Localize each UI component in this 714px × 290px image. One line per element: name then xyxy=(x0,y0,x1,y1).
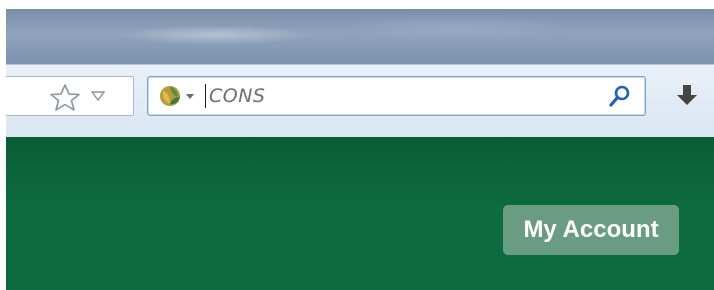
text-caret xyxy=(205,84,206,108)
address-bar[interactable] xyxy=(6,76,134,116)
browser-window: CONS My Account xyxy=(6,9,714,290)
engine-dropdown-icon[interactable] xyxy=(185,92,195,100)
search-engine-logo-icon[interactable] xyxy=(159,85,181,107)
star-icon[interactable] xyxy=(49,83,81,111)
history-dropdown-icon[interactable] xyxy=(91,91,105,101)
my-account-button[interactable]: My Account xyxy=(503,205,679,255)
search-input[interactable]: CONS xyxy=(209,84,266,108)
window-title-bar xyxy=(6,9,714,64)
download-arrow-icon[interactable] xyxy=(676,83,698,107)
search-icon[interactable] xyxy=(608,84,632,108)
navigation-toolbar: CONS xyxy=(6,64,714,137)
site-header-banner: My Account xyxy=(6,137,714,290)
search-bar[interactable]: CONS xyxy=(147,76,646,116)
